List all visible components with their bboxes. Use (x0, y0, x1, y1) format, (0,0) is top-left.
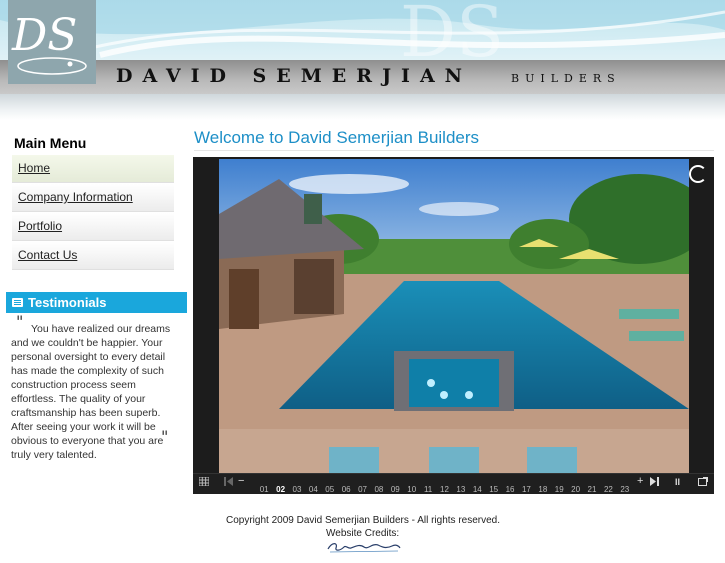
site-header: DS DS DAVID SEMERJIAN BUILDERS (0, 0, 725, 120)
slideshow[interactable]: − 01 02 03 04 05 06 07 08 09 10 11 12 13 14 15 16 17 18 19… (193, 157, 714, 494)
slide-number[interactable]: 20 (567, 485, 583, 494)
main-menu: Home Company Information Portfolio Conta… (12, 155, 174, 271)
logo[interactable]: DS (8, 0, 96, 84)
slide-number[interactable]: 03 (289, 485, 305, 494)
header-underband (0, 94, 725, 120)
slide-number[interactable]: 13 (453, 485, 469, 494)
slide-number[interactable]: 23 (617, 485, 633, 494)
slide-number[interactable]: 06 (338, 485, 354, 494)
menu-item-label[interactable]: Home (12, 155, 174, 175)
slide-number[interactable]: 16 (502, 485, 518, 494)
thumbnails-icon[interactable] (198, 476, 210, 488)
main-menu-title: Main Menu (14, 135, 87, 151)
menu-item-label[interactable]: Portfolio (12, 213, 174, 233)
copyright-text: Copyright 2009 David Semerjian Builders … (226, 515, 501, 526)
slide-number[interactable]: 18 (535, 485, 551, 494)
slide-number[interactable]: 09 (387, 485, 403, 494)
slide-number[interactable]: 10 (404, 485, 420, 494)
testimonials-title: Testimonials (28, 295, 107, 310)
title-divider (194, 150, 714, 151)
credits-label: Website Credits: (326, 528, 400, 539)
page-title: Welcome to David Semerjian Builders (194, 128, 480, 147)
pause-icon[interactable]: II (675, 477, 680, 487)
next-icon[interactable] (650, 477, 660, 488)
slide-number[interactable]: 01 (256, 485, 272, 494)
slideshow-controls: − 01 02 03 04 05 06 07 08 09 10 11 12 13 14 15 16 17 18 19… (193, 473, 714, 494)
menu-item-contact-us[interactable]: Contact Us (12, 242, 174, 270)
testimonial-text: You have realized our dreams and we coul… (11, 323, 171, 461)
testimonials-header: Testimonials (6, 292, 187, 313)
menu-item-portfolio[interactable]: Portfolio (12, 213, 174, 241)
fullscreen-icon[interactable] (698, 477, 708, 488)
slide-number[interactable]: 14 (469, 485, 485, 494)
slide-number[interactable]: 05 (322, 485, 338, 494)
testimonials-icon (12, 298, 23, 307)
slide-number[interactable]: 07 (354, 485, 370, 494)
brand-name: DAVID SEMERJIAN (116, 65, 473, 87)
menu-item-label[interactable]: Contact Us (12, 242, 174, 262)
loading-spinner-icon (689, 165, 707, 183)
plus-icon[interactable]: + (637, 475, 643, 487)
slide-number-list: 01 02 03 04 05 06 07 08 09 10 11 12 13 14 15 16 17 18 19 20… (256, 479, 633, 497)
slide-number[interactable]: 11 (420, 485, 436, 494)
slide-number[interactable]: 08 (371, 485, 387, 494)
quote-close-mark: " (161, 427, 169, 446)
slide-number[interactable]: 21 (584, 485, 600, 494)
menu-item-home[interactable]: Home (12, 155, 174, 183)
menu-item-company-information[interactable]: Company Information (12, 184, 174, 212)
slide-number[interactable]: 04 (305, 485, 321, 494)
slide-number[interactable]: 12 (436, 485, 452, 494)
logo-monogram: DS (11, 10, 87, 75)
minus-icon[interactable]: − (238, 475, 244, 487)
slide-number[interactable]: 22 (600, 485, 616, 494)
credits-signature[interactable] (326, 540, 402, 554)
brand-subtitle: BUILDERS (511, 72, 621, 85)
slide-number[interactable]: 15 (485, 485, 501, 494)
slide-image (219, 159, 689, 473)
svg-text:DS: DS (11, 10, 77, 61)
previous-icon[interactable] (223, 477, 233, 488)
slide-number-current[interactable]: 02 (272, 485, 288, 494)
slide-number[interactable]: 19 (551, 485, 567, 494)
slide-number[interactable]: 17 (518, 485, 534, 494)
menu-item-label[interactable]: Company Information (12, 184, 174, 204)
